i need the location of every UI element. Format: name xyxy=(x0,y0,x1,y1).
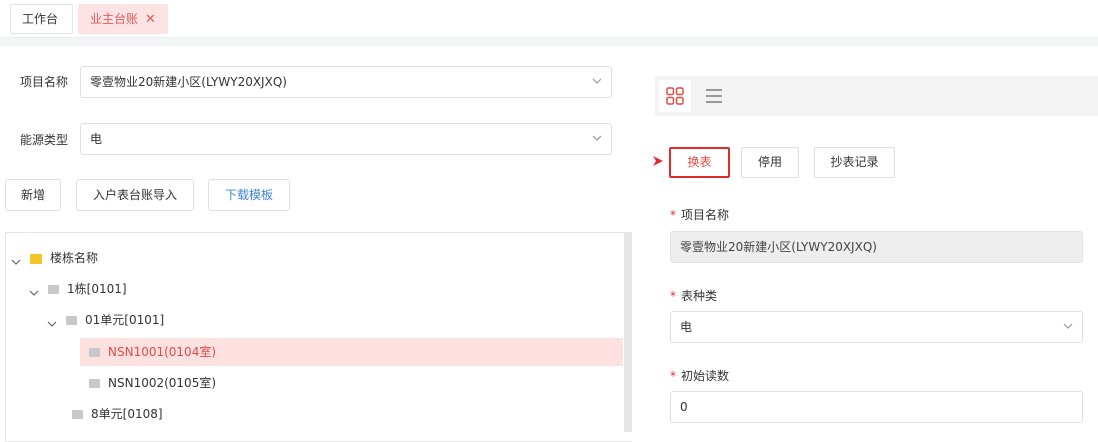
initial-reading-value: 0 xyxy=(680,400,688,414)
project-name-value: 零壹物业20新建小区(LYWY20XJXQ) xyxy=(90,75,287,89)
grid-view-button[interactable] xyxy=(659,80,691,112)
meter-type-select[interactable]: 电 xyxy=(670,311,1083,343)
project-name-readonly-value: 零壹物业20新建小区(LYWY20XJXQ) xyxy=(680,240,877,254)
tab-bar-divider xyxy=(0,38,1098,46)
tree-node-label: NSN1002(0105室) xyxy=(108,376,217,390)
list-view-button[interactable] xyxy=(698,80,730,112)
pointer-arrow-icon xyxy=(652,155,664,167)
tab-bar: 工作台 业主台账 ✕ xyxy=(0,0,1098,38)
folder-icon xyxy=(30,253,42,264)
required-mark: * xyxy=(670,369,676,383)
import-ledger-button[interactable]: 入户表台账导入 xyxy=(76,179,194,211)
list-view-icon xyxy=(706,89,722,103)
chevron-down-icon xyxy=(591,133,603,143)
energy-type-select[interactable]: 电 xyxy=(80,123,612,155)
tree-scrollbar[interactable] xyxy=(624,232,632,432)
energy-type-label: 能源类型 xyxy=(20,133,69,147)
tree-node-room-0105[interactable]: NSN1002(0105室) xyxy=(89,372,216,394)
tab-workbench-label: 工作台 xyxy=(22,12,59,26)
meter-type-field-label: * 表种类 xyxy=(670,287,717,304)
initial-reading-input[interactable]: 0 xyxy=(670,391,1083,423)
tree-node-building[interactable]: 1栋[0101] xyxy=(28,278,127,300)
tree-node-label: 01单元[0101] xyxy=(85,313,165,327)
meter-type-field-label-text: 表种类 xyxy=(681,289,718,303)
chevron-down-icon[interactable] xyxy=(10,253,22,265)
energy-type-value: 电 xyxy=(90,132,103,146)
node-icon xyxy=(89,379,100,388)
chevron-down-icon xyxy=(1062,321,1074,331)
chevron-down-icon xyxy=(591,76,603,86)
chevron-down-icon[interactable] xyxy=(28,284,40,296)
add-button[interactable]: 新增 xyxy=(5,179,61,211)
project-name-field-label-text: 项目名称 xyxy=(681,208,730,222)
initial-reading-field-label: * 初始读数 xyxy=(670,367,729,384)
tab-owner-ledger-label: 业主台账 xyxy=(90,12,139,26)
node-icon xyxy=(48,285,59,294)
tree-node-room-0104[interactable]: NSN1001(0104室) xyxy=(89,341,216,363)
tree-node-unit[interactable]: 01单元[0101] xyxy=(46,309,164,331)
tree-node-root[interactable]: 楼栋名称 xyxy=(10,247,98,269)
tab-owner-ledger[interactable]: 业主台账 ✕ xyxy=(78,4,168,34)
project-name-field-label: * 项目名称 xyxy=(670,206,729,223)
tab-workbench[interactable]: 工作台 xyxy=(10,4,73,34)
required-mark: * xyxy=(670,208,676,222)
view-toggle-bar xyxy=(655,76,1098,116)
project-name-label: 项目名称 xyxy=(20,75,69,89)
project-name-select[interactable]: 零壹物业20新建小区(LYWY20XJXQ) xyxy=(80,66,612,98)
grid-view-icon xyxy=(666,87,684,105)
chevron-down-icon[interactable] xyxy=(46,315,58,327)
node-icon xyxy=(72,410,83,419)
initial-reading-field-label-text: 初始读数 xyxy=(681,369,730,383)
change-meter-button[interactable]: 换表 xyxy=(669,147,730,178)
project-name-readonly: 零壹物业20新建小区(LYWY20XJXQ) xyxy=(670,231,1083,263)
required-mark: * xyxy=(670,289,676,303)
node-icon xyxy=(66,316,77,325)
tree-node-label: 1栋[0101] xyxy=(67,282,127,296)
tree-node-label: 8单元[0108] xyxy=(91,407,163,421)
download-template-button[interactable]: 下载模板 xyxy=(208,179,290,211)
reading-records-button[interactable]: 抄表记录 xyxy=(814,147,895,178)
disable-button[interactable]: 停用 xyxy=(741,147,799,178)
tree-node-label: 楼栋名称 xyxy=(50,251,99,265)
meter-type-value: 电 xyxy=(680,320,693,334)
tree-node-label: NSN1001(0104室) xyxy=(108,345,217,359)
close-icon[interactable]: ✕ xyxy=(145,12,156,27)
node-icon xyxy=(89,348,100,357)
tree-node-unit-8[interactable]: 8单元[0108] xyxy=(72,403,163,425)
